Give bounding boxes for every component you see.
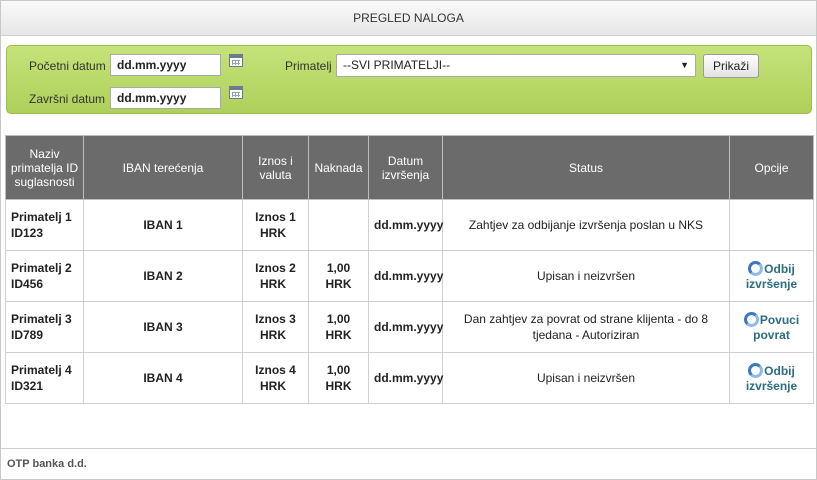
status-cell: Upisan i neizvršen <box>442 250 730 302</box>
iban-cell: IBAN 2 <box>83 250 243 302</box>
recipient-selected-value: --SVI PRIMATELJI-- <box>343 58 451 72</box>
column-header-fee: Naknada <box>308 135 369 200</box>
filter-panel: Početni datum Završni datum Primatelj --… <box>6 45 812 114</box>
table-row: Primatelj 1 ID123 IBAN 1 Iznos 1 HRK dd.mm… <box>5 199 814 251</box>
fee-cell: 1,00 HRK <box>308 301 369 353</box>
date-cell: dd.mm.yyyy <box>368 250 443 302</box>
page-title: PREGLED NALOGA <box>1 1 816 36</box>
refresh-icon <box>748 362 764 378</box>
table-row: Primatelj 3 ID789 IBAN 3 Iznos 3 HRK 1,00 H… <box>5 301 814 353</box>
table-header-row: Naziv primatelja ID suglasnosti IBAN ter… <box>5 135 814 200</box>
recipient-select[interactable]: --SVI PRIMATELJI-- ▼ <box>336 54 696 77</box>
fee-cell: 1,00 HRK <box>308 352 369 404</box>
recipient-cell: Primatelj 3 ID789 <box>5 301 84 353</box>
column-header-amount: Iznos i valuta <box>242 135 309 200</box>
table-row: Primatelj 4 ID321 IBAN 4 Iznos 4 HRK 1,00 H… <box>5 352 814 404</box>
start-date-input[interactable] <box>110 54 221 76</box>
end-date-input[interactable] <box>110 87 221 109</box>
orders-table: Naziv primatelja ID suglasnosti IBAN ter… <box>5 135 814 404</box>
iban-cell: IBAN 1 <box>83 199 243 251</box>
options-cell: Povuci povrat <box>729 301 814 353</box>
date-cell: dd.mm.yyyy <box>368 199 443 251</box>
column-header-recipient: Naziv primatelja ID suglasnosti <box>5 135 84 200</box>
column-header-options: Opcije <box>729 135 814 200</box>
recipient-cell: Primatelj 4 ID321 <box>5 352 84 404</box>
status-cell: Dan zahtjev za povrat od strane klijenta… <box>442 301 730 353</box>
table-row: Primatelj 2 ID456 IBAN 2 Iznos 2 HRK 1,00 H… <box>5 250 814 302</box>
footer-text: OTP banka d.d. <box>7 458 87 470</box>
recipient-cell: Primatelj 2 ID456 <box>5 250 84 302</box>
footer-divider <box>1 448 816 449</box>
refresh-icon <box>748 260 764 276</box>
recipient-cell: Primatelj 1 ID123 <box>5 199 84 251</box>
show-button[interactable]: Prikaži <box>703 54 759 78</box>
end-date-label: Završni datum <box>29 92 106 106</box>
date-cell: dd.mm.yyyy <box>368 301 443 353</box>
column-header-iban: IBAN terećenja <box>83 135 243 200</box>
chevron-down-icon: ▼ <box>680 60 689 70</box>
status-cell: Upisan i neizvršen <box>442 352 730 404</box>
options-cell: Odbij izvršenje <box>729 352 814 404</box>
page-frame: PREGLED NALOGA Početni datum Završni dat… <box>0 0 817 480</box>
amount-cell: Iznos 2 HRK <box>242 250 309 302</box>
amount-cell: Iznos 3 HRK <box>242 301 309 353</box>
column-header-status: Status <box>442 135 730 200</box>
column-header-date: Datum izvršenja <box>368 135 443 200</box>
fee-cell: 1,00 HRK <box>308 250 369 302</box>
amount-cell: Iznos 4 HRK <box>242 352 309 404</box>
calendar-icon[interactable] <box>229 54 243 67</box>
date-cell: dd.mm.yyyy <box>368 352 443 404</box>
reject-execution-link[interactable]: Odbij izvršenje <box>746 362 797 394</box>
options-cell <box>729 199 814 251</box>
iban-cell: IBAN 4 <box>83 352 243 404</box>
fee-cell <box>308 199 369 251</box>
withdraw-refund-link[interactable]: Povuci povrat <box>743 311 799 343</box>
start-date-label: Početni datum <box>29 59 106 73</box>
status-cell: Zahtjev za odbijanje izvršenja poslan u … <box>442 199 730 251</box>
amount-cell: Iznos 1 HRK <box>242 199 309 251</box>
options-cell: Odbij izvršenje <box>729 250 814 302</box>
recipient-label: Primatelj <box>285 59 332 73</box>
reject-execution-link[interactable]: Odbij izvršenje <box>746 260 797 292</box>
calendar-icon[interactable] <box>229 86 243 99</box>
refresh-icon <box>743 311 759 327</box>
iban-cell: IBAN 3 <box>83 301 243 353</box>
